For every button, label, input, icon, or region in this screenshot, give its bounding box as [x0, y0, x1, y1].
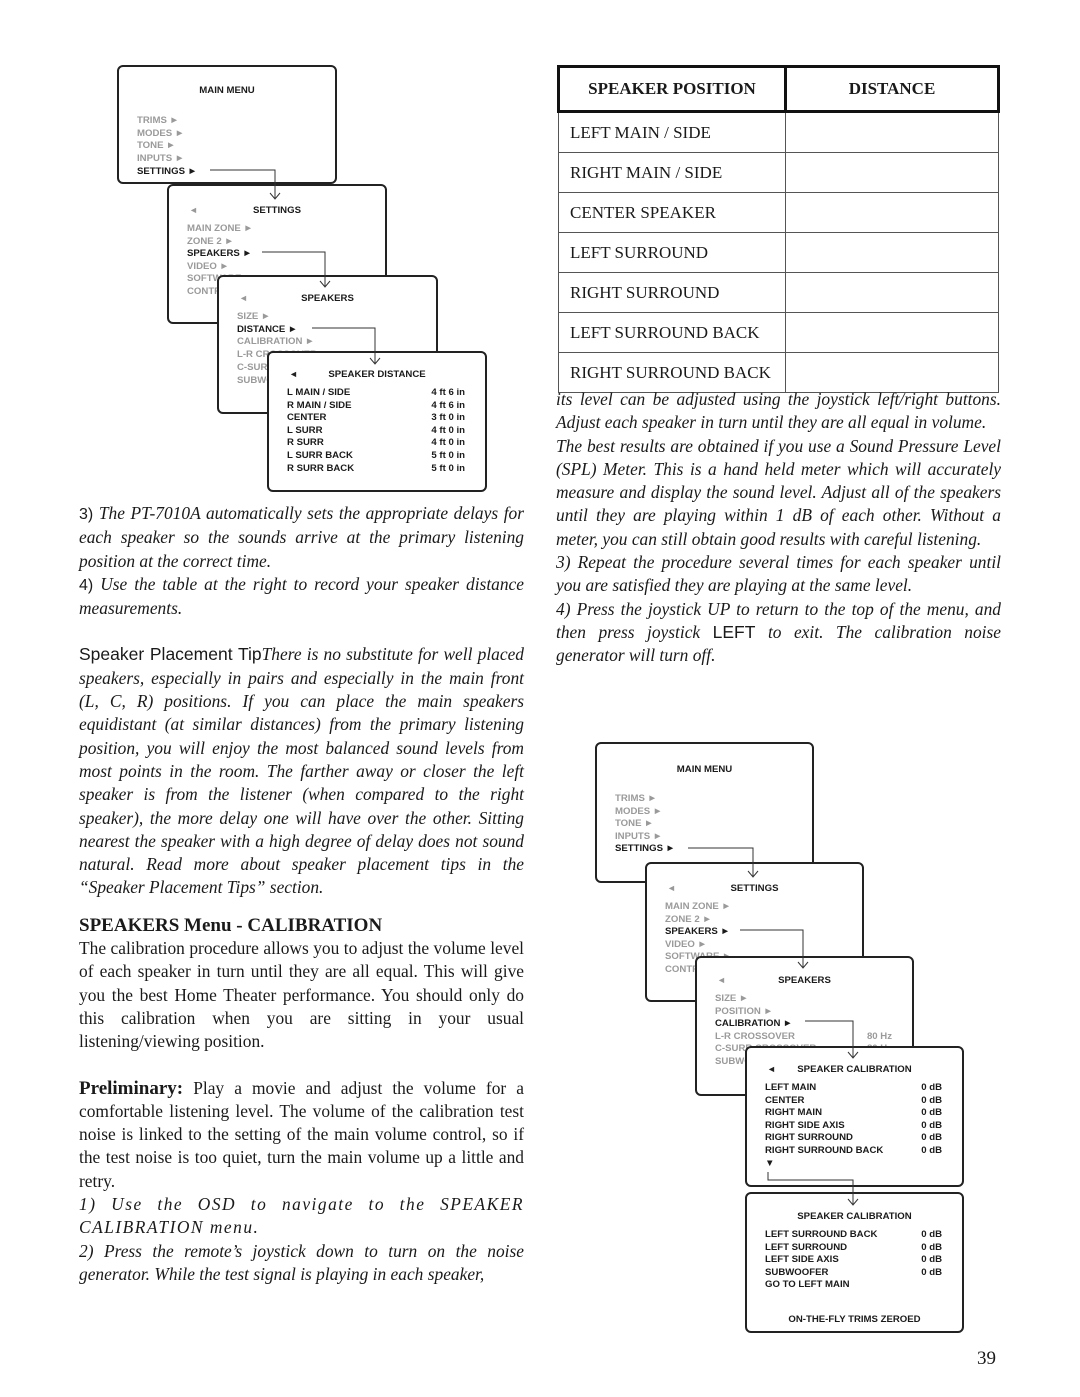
step-3-repeat: 3) Repeat the procedure several times fo…	[556, 552, 1001, 596]
calibration-intro: The calibration procedure allows you to …	[79, 938, 524, 1052]
left-column-text: 3) The PT-7010A automatically sets the a…	[79, 502, 524, 1286]
speaker-position-cell: LEFT SURROUND BACK	[558, 312, 786, 353]
distance-cell[interactable]	[785, 352, 999, 393]
manual-page: MAIN MENU TRIMS ► MODES ► TONE ► INPUTS ► SET…	[0, 0, 1080, 1397]
speaker-position-cell: LEFT MAIN / SIDE	[558, 111, 786, 153]
right-column-text: its level can be adjusted using the joys…	[556, 388, 1001, 668]
table-row: RIGHT MAIN / SIDE	[558, 152, 999, 193]
page-number: 39	[977, 1348, 996, 1369]
column-header: SPEAKER POSITION	[557, 65, 787, 113]
distance-cell[interactable]	[785, 152, 999, 193]
speaker-position-cell: RIGHT MAIN / SIDE	[558, 152, 786, 193]
distance-cell[interactable]	[785, 312, 999, 353]
step-2: 2) Press the remote’s joystick down to t…	[79, 1240, 524, 1284]
distance-cell[interactable]	[785, 272, 999, 313]
column-header: DISTANCE	[784, 65, 1000, 113]
table-row: LEFT SURROUND	[558, 232, 999, 273]
table-row: RIGHT SURROUND BACK	[558, 352, 999, 393]
preliminary: Preliminary: Play a movie and adjust the…	[79, 1077, 524, 1191]
table-row: RIGHT SURROUND	[558, 272, 999, 313]
speaker-position-cell: RIGHT SURROUND BACK	[558, 352, 786, 393]
distance-cell[interactable]	[785, 232, 999, 273]
table-row: CENTER SPEAKER	[558, 192, 999, 233]
table-row: LEFT MAIN / SIDE	[558, 111, 999, 153]
step-3: 3) The PT-7010A automatically sets the a…	[79, 503, 524, 571]
speaker-position-cell: LEFT SURROUND	[558, 232, 786, 273]
table-row: LEFT SURROUND BACK	[558, 312, 999, 353]
speaker-position-cell: CENTER SPEAKER	[558, 192, 786, 233]
section-heading: SPEAKERS Menu - CALIBRATION	[79, 914, 383, 936]
speaker-position-cell: RIGHT SURROUND	[558, 272, 786, 313]
speaker-distance-table: SPEAKER POSITION DISTANCE LEFT MAIN / SI…	[557, 65, 1000, 393]
para-spl: The best results are obtained if you use…	[556, 435, 1001, 549]
distance-cell[interactable]	[785, 111, 999, 153]
step-4: 4) Use the table at the right to record …	[79, 573, 524, 619]
para-adjust: its level can be adjusted using the joys…	[556, 389, 1001, 433]
step-1: 1) Use the OSD to navigate to the SPEAKE…	[79, 1194, 524, 1238]
placement-tip: Speaker Placement TipThere is no substit…	[79, 644, 524, 898]
distance-cell[interactable]	[785, 192, 999, 233]
step-4-exit: 4) Press the joystick UP to return to th…	[556, 598, 1001, 666]
